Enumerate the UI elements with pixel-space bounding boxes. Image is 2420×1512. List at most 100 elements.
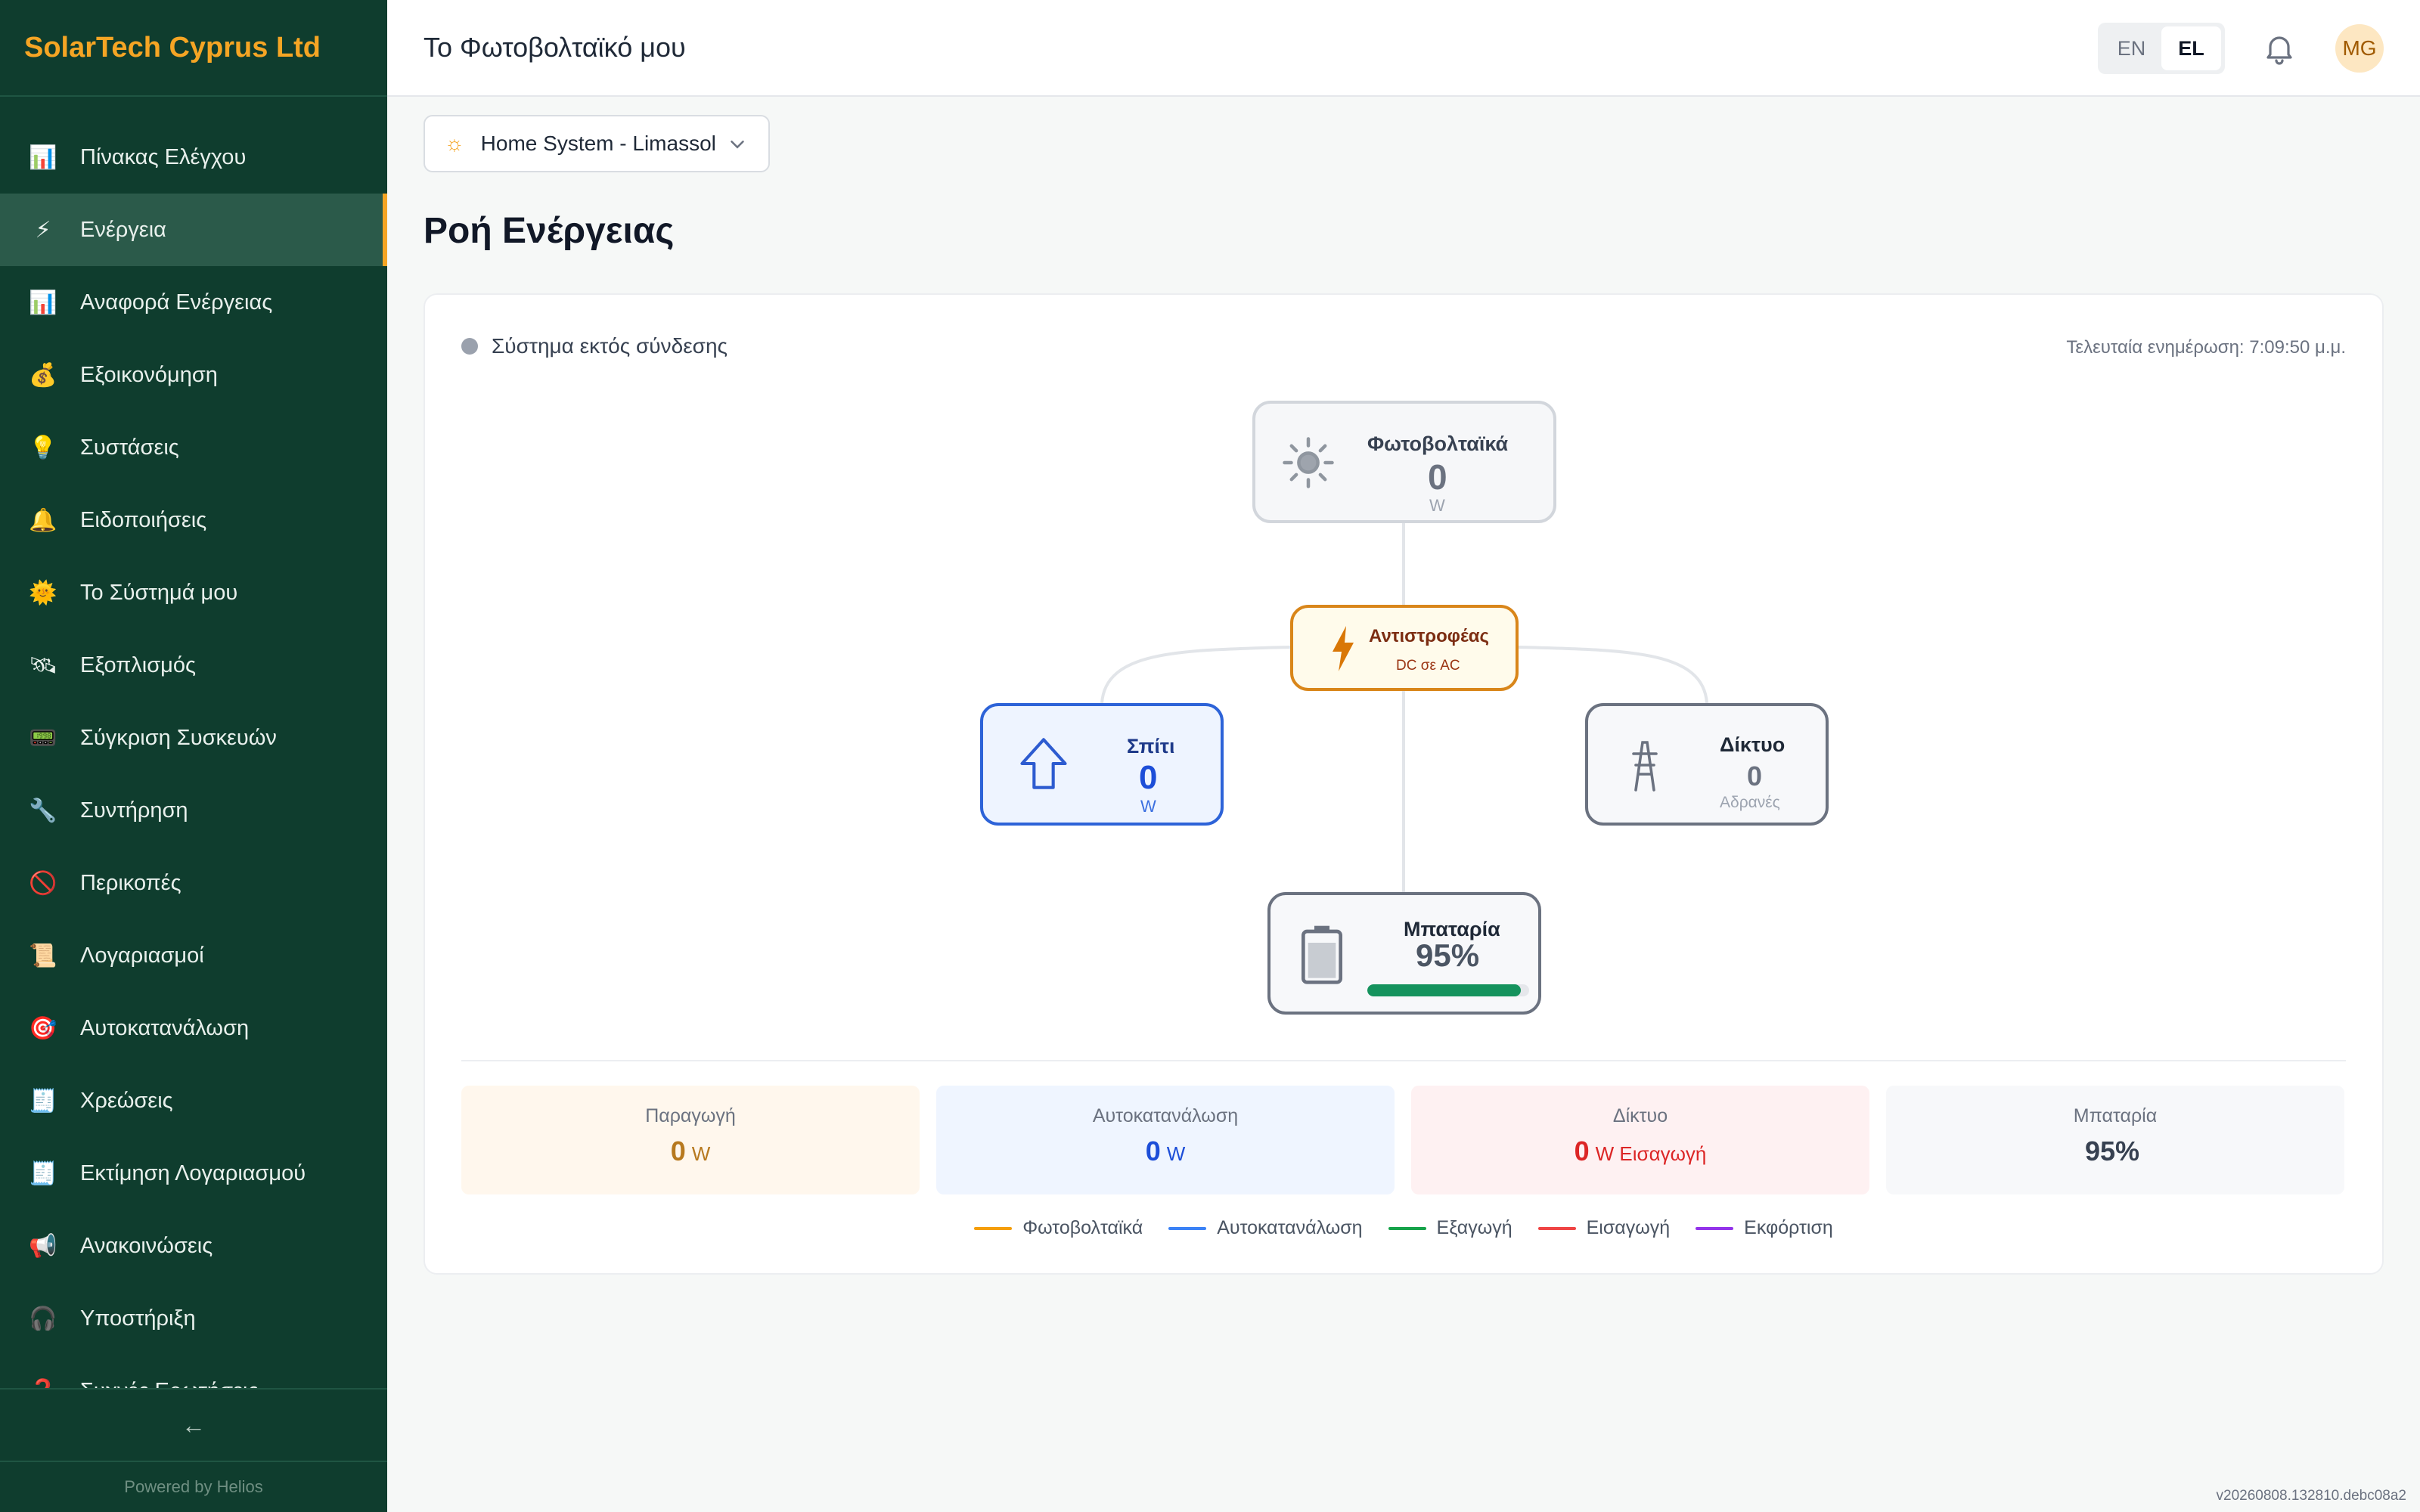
legend-swatch — [974, 1226, 1013, 1230]
headphones-icon: 🎧 — [29, 1306, 57, 1331]
legend-item: Φωτοβολταϊκά — [974, 1217, 1143, 1239]
legend-label: Αυτοκατανάλωση — [1217, 1217, 1363, 1238]
version-label: v20260808.132810.debc08a2 — [2216, 1488, 2406, 1504]
device-icon: 📟 — [29, 725, 57, 751]
scroll-icon: 📜 — [29, 943, 57, 968]
stat-unit: W — [691, 1142, 711, 1165]
inverter-label: Αντιστροφέας — [1369, 626, 1490, 646]
brand-name: SolarTech Cyprus Ltd — [24, 31, 321, 64]
home-arrow-icon — [1015, 735, 1072, 796]
legend-swatch — [1388, 1226, 1426, 1230]
battery-node[interactable]: Μπαταρία 95% — [1267, 892, 1541, 1015]
energy-flow-card: Σύστημα εκτός σύνδεσης Τελευταία ενημέρω… — [424, 293, 2384, 1275]
sidebar-item[interactable]: 🧾 Χρεώσεις — [0, 1064, 387, 1137]
lightbulb-icon: 💡 — [29, 435, 57, 460]
stat-card: Αυτοκατανάλωση 0 W — [936, 1086, 1395, 1194]
sun-icon: ☼ — [445, 132, 464, 155]
legend-item: Εισαγωγή — [1537, 1217, 1671, 1239]
sidebar-item[interactable]: 📊 Πίνακας Ελέγχου — [0, 121, 387, 194]
sidebar-item-label: Εξοικονόμηση — [80, 362, 218, 387]
home-unit: W — [1140, 797, 1156, 816]
sidebar-item-label: Εκτίμηση Λογαριασμού — [80, 1160, 306, 1185]
inverter-node[interactable]: Αντιστροφέας DC σε AC — [1290, 605, 1519, 691]
stat-label: Μπαταρία — [2073, 1105, 2158, 1126]
sidebar-item[interactable]: 💰 Εξοικονόμηση — [0, 339, 387, 411]
stat-value: 0 — [1145, 1136, 1161, 1167]
brand[interactable]: SolarTech Cyprus Ltd — [0, 0, 387, 97]
top-bar: Το Φωτοβολταϊκό μου EN EL MG — [387, 0, 2420, 97]
legend-item: Εκφόρτιση — [1696, 1217, 1833, 1239]
sidebar-footer: ← Powered by Helios — [0, 1388, 387, 1512]
home-node[interactable]: Σπίτι 0 W — [980, 703, 1224, 826]
sidebar-item[interactable]: 📟 Σύγκριση Συσκευών — [0, 702, 387, 774]
sidebar-item[interactable]: 🧾 Εκτίμηση Λογαριασμού — [0, 1137, 387, 1210]
sidebar-item[interactable]: 📊 Αναφορά Ενέργειας — [0, 266, 387, 339]
pv-node[interactable]: Φωτοβολταϊκά 0 W — [1252, 401, 1556, 523]
sidebar-item-label: Αναφορά Ενέργειας — [80, 290, 273, 314]
sidebar-item[interactable]: 🌞 Το Σύστημά μου — [0, 556, 387, 629]
home-label: Σπίτι — [1127, 735, 1175, 758]
chevron-down-icon — [726, 133, 749, 161]
sidebar-item[interactable]: 🛰 Εξοπλισμός — [0, 629, 387, 702]
legend-item: Εξαγωγή — [1388, 1217, 1512, 1239]
pv-label: Φωτοβολταϊκά — [1367, 432, 1509, 455]
legend-item: Αυτοκατανάλωση — [1168, 1217, 1363, 1239]
sidebar-item[interactable]: 🔔 Ειδοποιήσεις — [0, 484, 387, 556]
stat-value: 0 — [670, 1136, 686, 1167]
stat-value-wrap: 95% — [1886, 1136, 2344, 1167]
sidebar-item-label: Ενέργεια — [80, 217, 166, 242]
sidebar-item[interactable]: 💡 Συστάσεις — [0, 411, 387, 484]
sidebar-item-label: Ανακοινώσεις — [80, 1233, 213, 1258]
stat-value-wrap: 0W — [461, 1136, 920, 1167]
system-select[interactable]: ☼ Home System - Limassol — [424, 115, 770, 172]
battery-value: 95% — [1416, 937, 1480, 973]
language-switcher: EN EL — [2098, 23, 2225, 74]
stat-value: 0 — [1574, 1136, 1590, 1167]
legend-label: Εκφόρτιση — [1744, 1217, 1833, 1238]
sidebar-item[interactable]: 🎧 Υποστήριξη — [0, 1282, 387, 1355]
wrench-icon: 🔧 — [29, 798, 57, 823]
stat-card: Μπαταρία 95% — [1886, 1086, 2344, 1194]
powered-by: Powered by Helios — [124, 1477, 263, 1496]
avatar[interactable]: MG — [2335, 24, 2384, 73]
sidebar-item[interactable]: 🔧 Συντήρηση — [0, 774, 387, 847]
stat-card: Δίκτυο 0 W Εισαγωγή — [1411, 1086, 1869, 1194]
sidebar-item[interactable]: 📜 Λογαριασμοί — [0, 919, 387, 992]
sidebar-item-label: Λογαριασμοί — [80, 943, 204, 968]
stat-value-wrap: 0W — [936, 1136, 1395, 1167]
sun-icon: 🌞 — [29, 580, 57, 606]
sidebar-item[interactable]: ⚡ Ενέργεια — [0, 194, 387, 266]
grid-node[interactable]: Δίκτυο 0 Αδρανές — [1585, 703, 1829, 826]
page-header-title: Το Φωτοβολταϊκό μου — [424, 32, 686, 63]
sidebar-item[interactable]: ❓ Συχνές Ερωτήσεις — [0, 1355, 387, 1392]
stat-unit: W Εισαγωγή — [1595, 1142, 1707, 1165]
legend-label: Εισαγωγή — [1586, 1217, 1671, 1238]
collapse-sidebar-button[interactable]: ← — [0, 1390, 387, 1462]
sidebar-item[interactable]: 🎯 Αυτοκατανάλωση — [0, 992, 387, 1064]
sidebar-item[interactable]: 🚫 Περικοπές — [0, 847, 387, 919]
stats-divider — [461, 1060, 2346, 1061]
target-icon: 🎯 — [29, 1015, 57, 1041]
bar-chart-icon: 📊 — [29, 144, 57, 170]
pv-unit: W — [1429, 496, 1445, 515]
sidebar-item-label: Ειδοποιήσεις — [80, 507, 207, 532]
sidebar-item-label: Υποστήριξη — [80, 1306, 196, 1331]
bell-icon[interactable] — [2261, 30, 2297, 67]
sidebar: SolarTech Cyprus Ltd 📊 Πίνακας Ελέγχου ⚡ Εν… — [0, 0, 387, 1512]
sidebar-item-label: Χρεώσεις — [80, 1088, 173, 1113]
receipt-icon: 🧾 — [29, 1088, 57, 1114]
stat-label: Παραγωγή — [645, 1105, 736, 1126]
megaphone-icon: 📢 — [29, 1233, 57, 1259]
grid-label: Δίκτυο — [1720, 733, 1786, 756]
page-title: Ροή Ενέργειας — [424, 211, 675, 251]
connector-inverter-grid — [1518, 646, 1708, 704]
stat-unit: W — [1166, 1142, 1186, 1165]
sidebar-item-label: Συστάσεις — [80, 435, 179, 460]
grid-sub: Αδρανές — [1720, 794, 1780, 811]
lang-el-button[interactable]: EL — [2161, 26, 2221, 70]
sidebar-item[interactable]: 📢 Ανακοινώσεις — [0, 1210, 387, 1282]
lang-en-button[interactable]: EN — [2102, 26, 2161, 70]
stat-label: Δίκτυο — [1612, 1105, 1668, 1126]
battery-level-fill — [1367, 984, 1522, 996]
stat-label: Αυτοκατανάλωση — [1092, 1105, 1239, 1126]
